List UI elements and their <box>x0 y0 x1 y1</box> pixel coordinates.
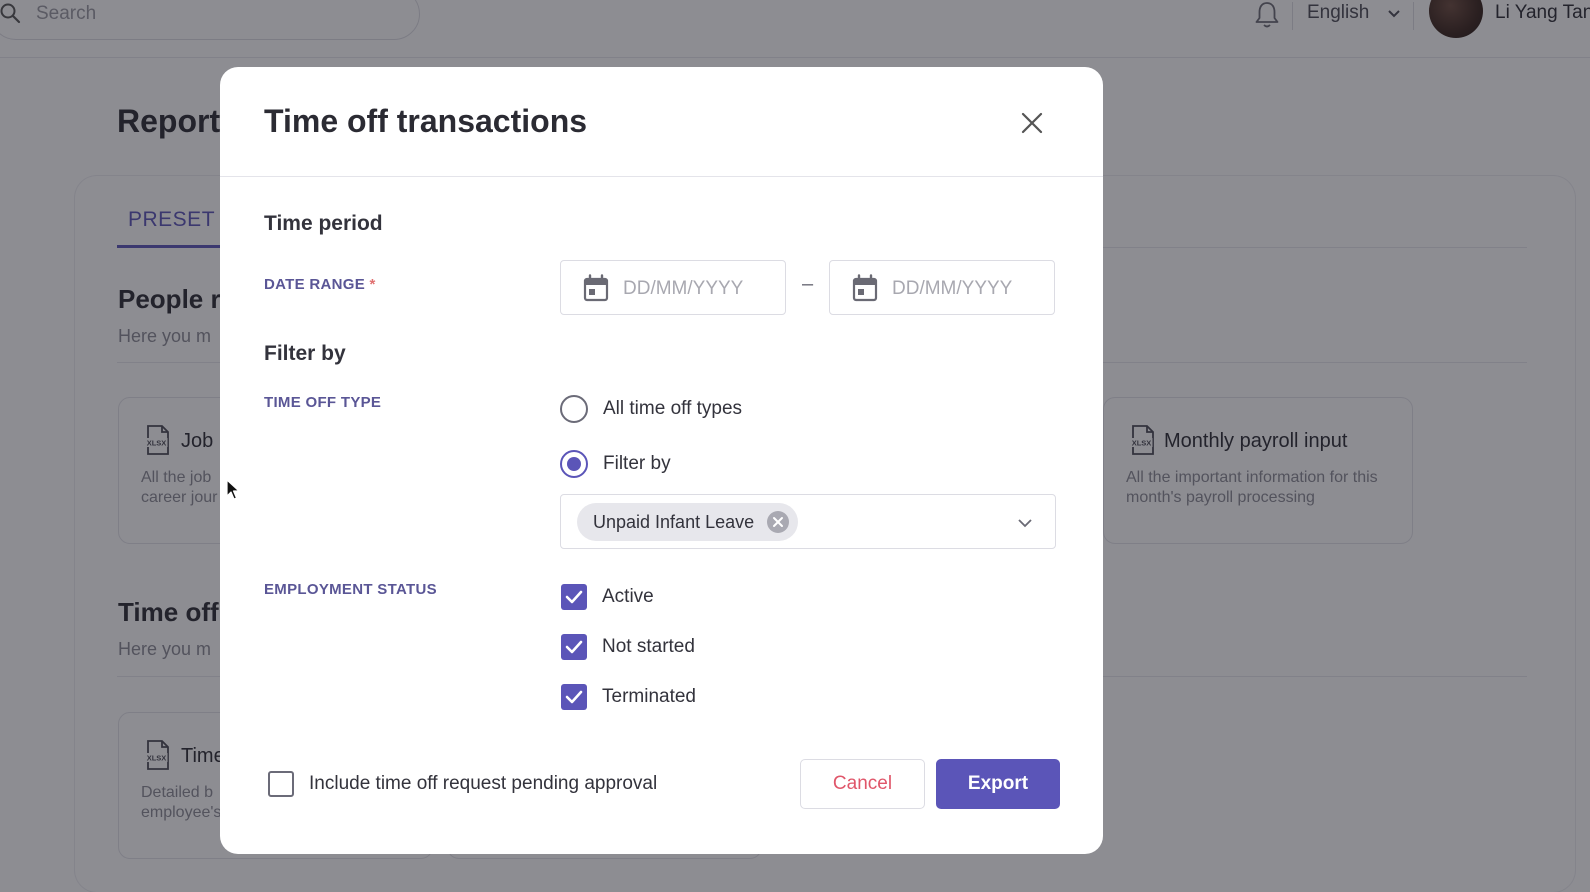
dialog-title: Time off transactions <box>264 103 588 139</box>
checkbox-label: Active <box>602 586 654 607</box>
calendar-icon[interactable] <box>852 274 878 302</box>
time-off-transactions-dialog: Time off transactions Time period DATE R… <box>220 67 1103 854</box>
chip-label: Unpaid Infant Leave <box>593 511 755 532</box>
checkbox-unchecked[interactable] <box>268 771 294 797</box>
dialog-header: Time off transactions <box>220 67 1103 177</box>
checkbox-not-started[interactable]: Not started <box>561 632 695 662</box>
radio-button[interactable] <box>560 395 588 423</box>
check-icon <box>565 590 583 604</box>
end-date-field[interactable] <box>829 260 1055 315</box>
selected-chip: Unpaid Infant Leave <box>577 503 799 541</box>
export-button[interactable]: Export <box>936 759 1060 809</box>
filter-by-heading: Filter by <box>264 342 346 365</box>
start-date-field[interactable] <box>560 260 786 315</box>
check-icon <box>565 690 583 704</box>
date-range-label: DATE RANGE * <box>264 276 376 293</box>
radio-label: All time off types <box>603 398 743 419</box>
employment-status-label: EMPLOYMENT STATUS <box>264 581 437 598</box>
date-range-separator: – <box>802 273 814 295</box>
include-pending-approval-toggle[interactable]: Include time off request pending approva… <box>268 769 657 799</box>
cancel-button[interactable]: Cancel <box>800 759 925 809</box>
start-date-input[interactable] <box>623 278 773 300</box>
chevron-down-icon[interactable] <box>1016 514 1034 532</box>
radio-button-selected[interactable] <box>560 450 588 478</box>
time-period-heading: Time period <box>264 212 383 235</box>
checkbox-label: Include time off request pending approva… <box>309 773 658 794</box>
checkbox-label: Not started <box>602 636 695 657</box>
date-range-label-text: DATE RANGE <box>264 276 366 293</box>
checkbox-checked[interactable] <box>561 634 587 660</box>
checkbox-label: Terminated <box>602 686 696 707</box>
end-date-input[interactable] <box>892 278 1042 300</box>
remove-chip-icon[interactable] <box>766 510 790 534</box>
radio-all-time-off-types[interactable]: All time off types <box>560 394 742 424</box>
close-icon[interactable] <box>1016 107 1048 139</box>
time-off-type-label: TIME OFF TYPE <box>264 394 382 411</box>
checkbox-checked[interactable] <box>561 584 587 610</box>
radio-label: Filter by <box>603 453 671 474</box>
required-mark: * <box>369 276 376 293</box>
checkbox-checked[interactable] <box>561 684 587 710</box>
radio-filter-by[interactable]: Filter by <box>560 449 671 479</box>
checkbox-active[interactable]: Active <box>561 582 654 612</box>
mouse-cursor-icon <box>226 479 240 500</box>
check-icon <box>565 640 583 654</box>
time-off-type-select[interactable]: Unpaid Infant Leave <box>560 494 1056 549</box>
calendar-icon[interactable] <box>583 274 609 302</box>
checkbox-terminated[interactable]: Terminated <box>561 682 696 712</box>
